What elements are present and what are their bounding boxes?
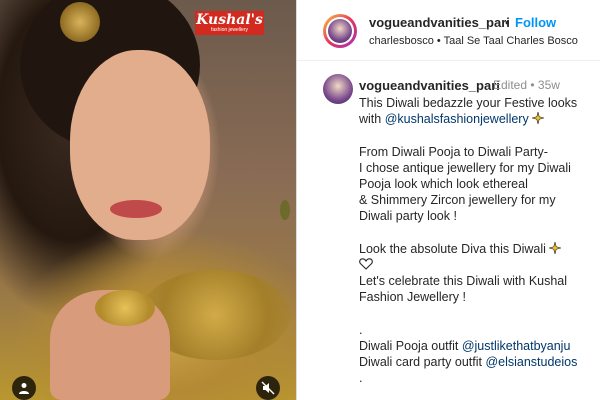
avatar-image bbox=[328, 19, 352, 43]
caption-avatar-image bbox=[323, 74, 353, 104]
audio-attribution[interactable]: charlesbosco • Taal Se Taal Charles Bosc… bbox=[369, 35, 578, 47]
author-username[interactable]: vogueandvanities_pari bbox=[369, 15, 510, 30]
caption-line: Diwali party look ! bbox=[359, 209, 457, 224]
caption-line: Fashion Jewellery ! bbox=[359, 290, 466, 305]
caption-line-text: Look the absolute Diva this Diwali bbox=[359, 241, 546, 256]
caption-line-text: with bbox=[359, 112, 385, 127]
caption-line bbox=[359, 257, 597, 273]
post-media[interactable]: Kushal's fashion jewellery bbox=[0, 0, 296, 400]
avatar-ring bbox=[326, 17, 354, 45]
sparkles-icon bbox=[532, 112, 545, 125]
sparkles-icon bbox=[549, 241, 562, 254]
mention-link[interactable]: @justlikethatbyanju bbox=[462, 339, 571, 353]
post-side-panel: vogueandvanities_pari • Follow charlesbo… bbox=[296, 0, 600, 400]
caption-line: Pooja look which look ethereal bbox=[359, 176, 528, 191]
caption-text: This Diwali bedazzle your Festive looks … bbox=[359, 95, 597, 386]
caption-username[interactable]: vogueandvanities_pari bbox=[359, 78, 500, 93]
caption-line-text: Diwali Pooja outfit bbox=[359, 338, 462, 353]
photo-ring bbox=[95, 290, 155, 326]
caption-line: Let's celebrate this Diwali with Kushal bbox=[359, 274, 568, 289]
caption-line: Diwali Pooja outfit @justlikethatbyanju bbox=[359, 338, 597, 354]
heart-icon bbox=[359, 258, 373, 270]
photo-earring bbox=[280, 200, 290, 220]
mention-link[interactable]: @kushalsfashionjewellery bbox=[385, 112, 529, 126]
separator-dot: • bbox=[505, 15, 510, 30]
post-header: vogueandvanities_pari • Follow charlesbo… bbox=[297, 0, 600, 61]
caption-line: Diwali card party outfit @elsianstudeios bbox=[359, 354, 597, 370]
caption-line: & Shimmery Zircon jewellery for my bbox=[359, 193, 556, 208]
caption-meta: Edited • 35w bbox=[493, 78, 560, 92]
caption-line: . bbox=[359, 371, 363, 386]
caption-line-text: Diwali card party outfit bbox=[359, 355, 486, 369]
mention-link[interactable]: @elsianstudeios bbox=[485, 355, 577, 369]
follow-button[interactable]: Follow bbox=[515, 15, 556, 30]
brand-name: Kushal's bbox=[196, 12, 263, 28]
speaker-muted-icon bbox=[261, 381, 275, 395]
caption-line: . bbox=[359, 322, 363, 337]
caption-line: I chose antique jewellery for my Diwali bbox=[359, 160, 571, 175]
caption-line: This Diwali bedazzle your Festive looks bbox=[359, 96, 578, 110]
caption-avatar[interactable] bbox=[323, 74, 353, 104]
caption-line: From Diwali Pooja to Diwali Party- bbox=[359, 144, 548, 159]
photo-maang-tikka bbox=[60, 2, 100, 42]
caption-line: Look the absolute Diva this Diwali bbox=[359, 241, 597, 257]
mute-button[interactable] bbox=[256, 376, 280, 400]
brand-logo: Kushal's fashion jewellery bbox=[195, 11, 264, 35]
tagged-user-button[interactable] bbox=[12, 376, 36, 400]
person-icon bbox=[19, 383, 29, 394]
photo-lips bbox=[110, 200, 162, 218]
author-avatar[interactable] bbox=[323, 14, 357, 48]
caption-line: with @kushalsfashionjewellery bbox=[359, 111, 597, 127]
